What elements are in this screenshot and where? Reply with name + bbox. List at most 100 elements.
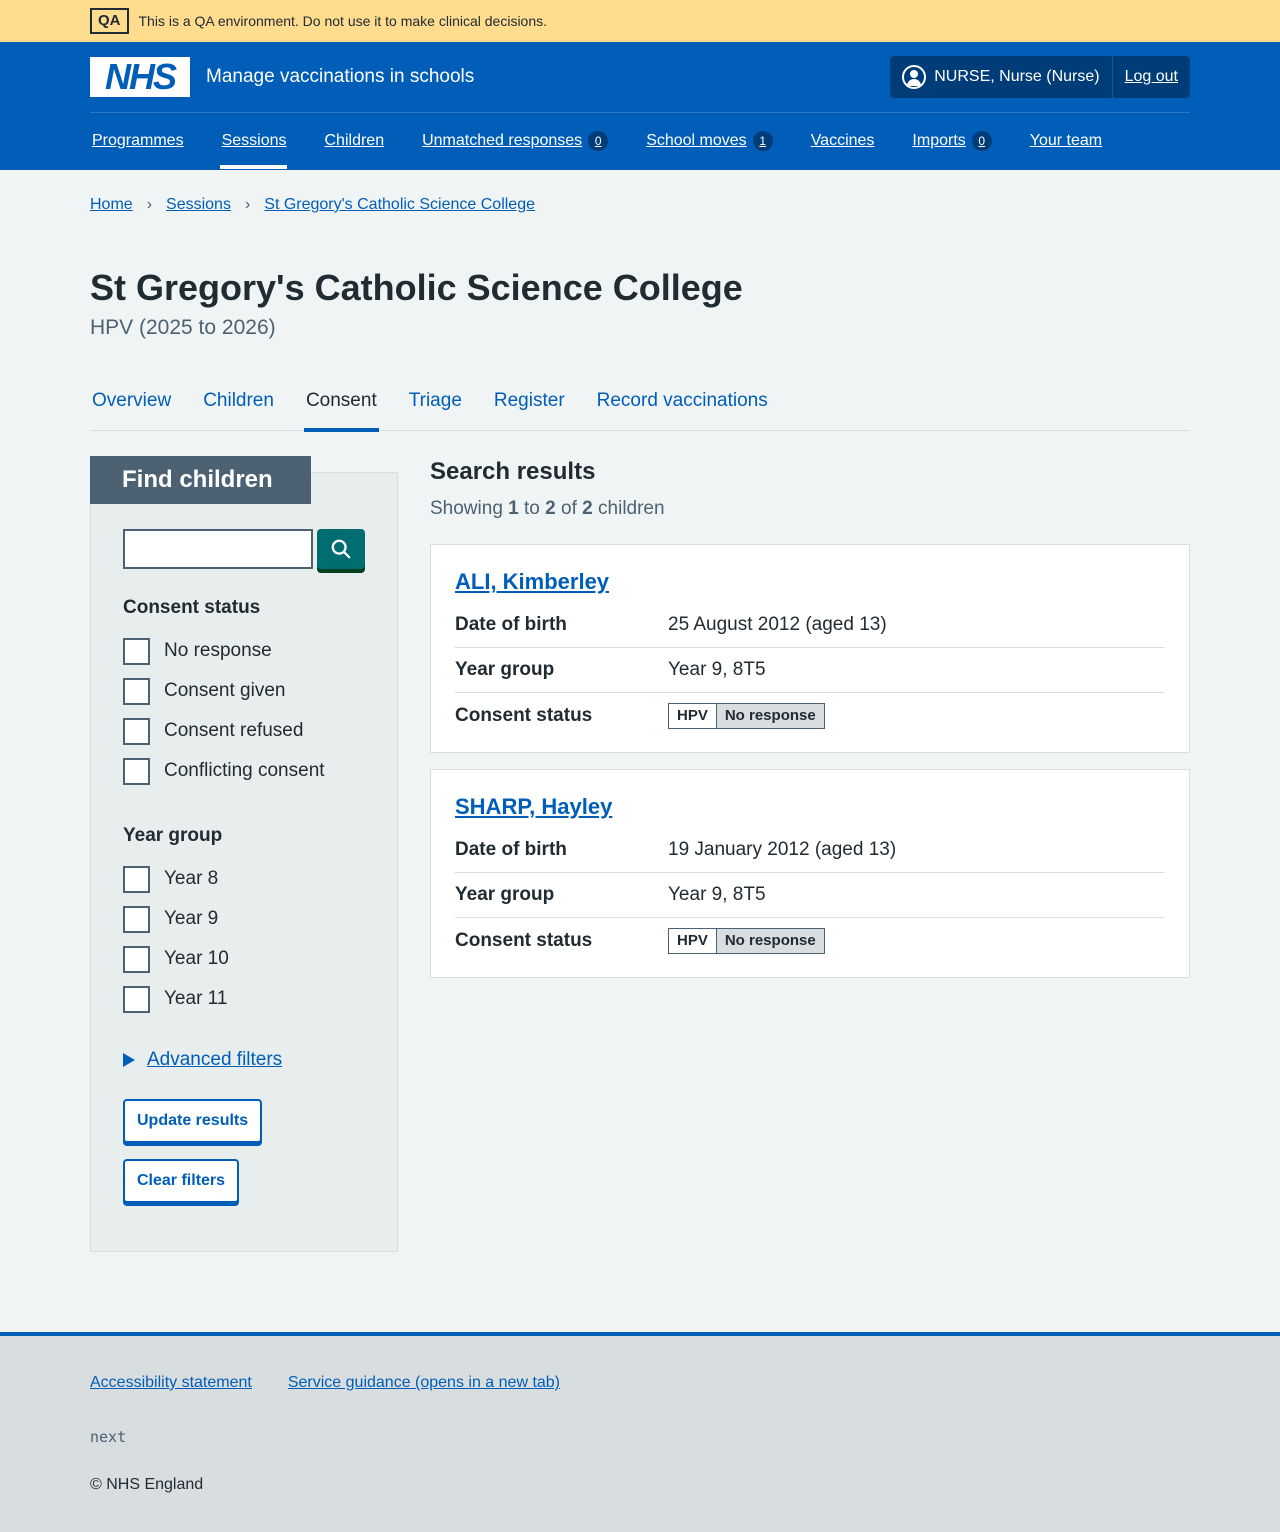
showing-prefix: Showing xyxy=(430,498,503,519)
summary-row: Consent status HPV No response xyxy=(455,918,1165,963)
showing-to-word: to xyxy=(524,498,540,519)
child-name-link[interactable]: SHARP, Hayley xyxy=(455,794,612,819)
nhs-logo-text: NHS xyxy=(104,56,177,97)
nav-label: Your team xyxy=(1029,132,1103,149)
chevron-right-icon: › xyxy=(146,196,153,213)
nav-your-team[interactable]: Your team xyxy=(1028,113,1102,169)
checkbox-box[interactable] xyxy=(123,865,150,893)
qa-text: This is a QA environment. Do not use it … xyxy=(138,13,548,29)
checkbox-year-9[interactable]: Year 9 xyxy=(123,899,365,939)
primary-nav: Programmes Sessions Children Unmatched r… xyxy=(90,113,1190,169)
nav-label: Unmatched responses xyxy=(422,132,583,149)
summary-row: Consent status HPV No response xyxy=(455,693,1165,738)
tab-record-vaccinations[interactable]: Record vaccinations xyxy=(595,382,770,431)
summary-row: Date of birth 25 August 2012 (aged 13) xyxy=(455,603,1165,648)
breadcrumb-school[interactable]: St Gregory's Catholic Science College xyxy=(264,196,535,214)
row-key: Consent status xyxy=(455,704,593,726)
nav-school-moves[interactable]: School moves 1 xyxy=(644,113,773,169)
header: NHS Manage vaccinations in schools NURSE… xyxy=(0,42,1280,170)
advanced-filters-link[interactable]: Advanced filters xyxy=(147,1049,282,1071)
checkbox-box[interactable] xyxy=(123,637,150,665)
row-key: Date of birth xyxy=(455,614,567,635)
row-key: Year group xyxy=(455,659,555,680)
child-name-link[interactable]: ALI, Kimberley xyxy=(455,569,609,594)
consent-status-legend: Consent status xyxy=(123,597,261,618)
programme-tag: HPV xyxy=(669,928,717,953)
filters-heading: Find children xyxy=(90,456,311,504)
user-name: NURSE, Nurse (Nurse) xyxy=(934,68,1100,85)
advanced-filters-toggle[interactable]: Advanced filters xyxy=(123,1049,365,1071)
child-card: SHARP, Hayley Date of birth 19 January 20… xyxy=(430,769,1190,978)
tab-triage[interactable]: Triage xyxy=(407,382,464,431)
service-guidance-link[interactable]: Service guidance (opens in a new tab) xyxy=(288,1374,560,1392)
checkbox-box[interactable] xyxy=(123,757,150,785)
footer: Accessibility statement Service guidance… xyxy=(0,1332,1280,1532)
checkbox-year-8[interactable]: Year 8 xyxy=(123,859,365,899)
checkbox-no-response[interactable]: No response xyxy=(123,631,365,671)
results-count: Showing 1 to 2 of 2 children xyxy=(430,498,1190,520)
nhs-logo[interactable]: NHS xyxy=(90,56,190,97)
nav-vaccines[interactable]: Vaccines xyxy=(809,113,875,169)
tab-register[interactable]: Register xyxy=(492,382,567,431)
year-group-legend: Year group xyxy=(123,825,223,846)
tab-children[interactable]: Children xyxy=(201,382,276,431)
checkbox-box[interactable] xyxy=(123,677,150,705)
nav-sessions[interactable]: Sessions xyxy=(219,113,287,169)
search-button[interactable] xyxy=(317,529,365,569)
consent-status-tag: No response xyxy=(716,703,824,728)
qa-banner: QA This is a QA environment. Do not use … xyxy=(0,0,1280,42)
checkbox-year-10[interactable]: Year 10 xyxy=(123,939,365,979)
nav-children[interactable]: Children xyxy=(323,113,385,169)
checkbox-box[interactable] xyxy=(123,717,150,745)
nav-count-badge: 0 xyxy=(971,131,992,151)
checkbox-consent-refused[interactable]: Consent refused xyxy=(123,711,365,751)
search-icon xyxy=(331,539,351,559)
summary-row: Year group Year 9, 8T5 xyxy=(455,873,1165,918)
checkbox-year-11[interactable]: Year 11 xyxy=(123,979,365,1019)
checkbox-box[interactable] xyxy=(123,905,150,933)
row-key: Year group xyxy=(455,884,555,905)
checkbox-label: Year 10 xyxy=(164,948,229,969)
nav-unmatched-responses[interactable]: Unmatched responses 0 xyxy=(420,113,609,169)
nav-imports[interactable]: Imports 0 xyxy=(910,113,992,169)
nav-programmes[interactable]: Programmes xyxy=(90,113,184,169)
page-subtitle: HPV (2025 to 2026) xyxy=(90,316,276,339)
consent-status-tag: No response xyxy=(716,928,824,953)
clear-filters-button[interactable]: Clear filters xyxy=(123,1159,240,1203)
accessibility-statement-link[interactable]: Accessibility statement xyxy=(90,1374,252,1392)
breadcrumb: Home › Sessions › St Gregory's Catholic … xyxy=(90,170,1190,214)
account-bar: NURSE, Nurse (Nurse) Log out xyxy=(890,56,1190,98)
results-heading: Search results xyxy=(430,458,596,485)
brand[interactable]: NHS Manage vaccinations in schools xyxy=(90,56,474,97)
nav-label: Sessions xyxy=(221,132,287,149)
tab-consent[interactable]: Consent xyxy=(303,382,379,432)
qa-tag: QA xyxy=(90,8,129,34)
search-input[interactable] xyxy=(123,529,313,569)
checkbox-label: Conflicting consent xyxy=(164,760,325,781)
update-results-button[interactable]: Update results xyxy=(123,1099,263,1143)
checkbox-label: Consent given xyxy=(164,680,286,701)
checkbox-label: Year 11 xyxy=(164,988,228,1009)
breadcrumb-home[interactable]: Home xyxy=(90,196,133,214)
nav-label: Programmes xyxy=(92,132,184,149)
tab-overview[interactable]: Overview xyxy=(90,382,173,431)
breadcrumb-sessions[interactable]: Sessions xyxy=(166,196,231,214)
copyright: © NHS England xyxy=(90,1476,204,1493)
showing-from: 1 xyxy=(508,498,519,519)
checkbox-conflicting-consent[interactable]: Conflicting consent xyxy=(123,751,365,791)
checkbox-box[interactable] xyxy=(123,945,150,973)
programme-tag: HPV xyxy=(669,703,717,728)
user-icon xyxy=(902,65,927,89)
logout-link[interactable]: Log out xyxy=(1113,68,1190,86)
nav-label: Children xyxy=(324,132,385,149)
status-badge: HPV No response xyxy=(668,927,825,954)
checkbox-box[interactable] xyxy=(123,985,150,1013)
filters-panel: Find children Consent status No response… xyxy=(90,456,398,1252)
showing-to: 2 xyxy=(545,498,556,519)
checkbox-consent-given[interactable]: Consent given xyxy=(123,671,365,711)
service-name[interactable]: Manage vaccinations in schools xyxy=(206,66,474,88)
chevron-right-icon: › xyxy=(244,196,251,213)
showing-of-word: of xyxy=(561,498,577,519)
child-card: ALI, Kimberley Date of birth 25 August 20… xyxy=(430,544,1190,753)
summary-row: Year group Year 9, 8T5 xyxy=(455,648,1165,693)
